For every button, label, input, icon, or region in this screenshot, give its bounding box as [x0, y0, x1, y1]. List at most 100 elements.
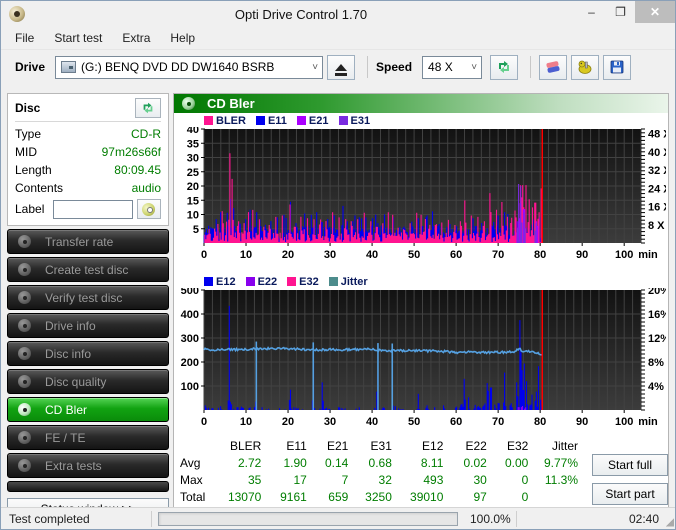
col-header-e22: E22: [465, 438, 487, 453]
svg-text:0: 0: [201, 416, 207, 428]
table-row: Avg 2.72 1.90 0.14 0.68 8.11 0.02 0.00 9.77%: [176, 454, 578, 471]
refresh-arrows-icon: [143, 102, 153, 114]
col-header-e31: E31: [370, 438, 392, 453]
svg-text:8 X: 8 X: [648, 220, 665, 232]
label-input[interactable]: [52, 199, 133, 219]
progress-bar: [158, 511, 458, 526]
menu-item-file[interactable]: File: [15, 31, 34, 45]
duck-icon: [578, 60, 592, 74]
svg-text:60: 60: [450, 249, 462, 261]
sidebar-item-label: Disc info: [45, 346, 92, 361]
chevron-down-icon: ˅: [312, 61, 319, 73]
legend-item-e12: E12: [204, 276, 236, 288]
close-button[interactable]: ✕: [635, 1, 675, 23]
disc-field-contents: Contents audio: [15, 179, 161, 197]
table-cell: 97: [473, 489, 487, 504]
svg-text:40 X: 40 X: [648, 147, 666, 159]
drive-icon: [61, 61, 77, 73]
svg-text:16 X: 16 X: [648, 202, 666, 214]
speed-select[interactable]: 48 X ˅: [422, 55, 483, 79]
legend-item-bler: BLER: [204, 115, 246, 127]
row-label: Total: [180, 489, 206, 504]
disc-icon: [18, 403, 31, 416]
drive-label: Drive: [15, 60, 46, 74]
drive-select[interactable]: (G:) BENQ DVD DD DW1640 BSRB ˅: [55, 55, 324, 79]
sidebar-item-fe-te[interactable]: FE / TE: [7, 425, 169, 450]
table-cell: 0.02: [463, 455, 487, 470]
sidebar-item-label: Create test disc: [45, 262, 129, 277]
table-cell: 3250: [365, 489, 392, 504]
cd-icon: [142, 202, 156, 216]
svg-text:12%: 12%: [648, 333, 666, 345]
start-full-button[interactable]: Start full: [592, 454, 668, 476]
svg-text:500: 500: [181, 288, 199, 297]
main-panel: CD Bler BLER E11 E21 E31 5 10 15 20 25 30 35 40 8 X…: [173, 93, 671, 508]
left-column: Disc Type CD-R MID 97m26s66f Length 80:09.45 C…: [7, 93, 169, 519]
drive-select-value: (G:) BENQ DVD DD DW1640 BSRB: [81, 60, 275, 74]
erase-disc-button[interactable]: [539, 54, 568, 80]
disc-refresh-button[interactable]: [135, 98, 161, 118]
status-bar: Test completed 100.0% 02:40: [1, 507, 675, 530]
legend-item-e22: E22: [245, 276, 277, 288]
progress-percent: 100.0%: [470, 511, 511, 526]
bottom-chart-legend: E12 E22 E32 Jitter: [204, 275, 668, 288]
results-area: BLER E11 E21 E31 E12 E22 E32 Jitter Avg 2.72 1.90 0…: [176, 437, 668, 505]
field-value: 97m26s66f: [101, 145, 161, 159]
table-cell: 0.14: [324, 455, 349, 470]
utility-button[interactable]: [571, 54, 600, 80]
svg-text:8%: 8%: [648, 357, 664, 369]
table-cell: 1.90: [283, 455, 307, 470]
row-label: Avg: [180, 455, 201, 470]
eject-button[interactable]: [327, 54, 356, 80]
table-cell: 35: [247, 472, 262, 487]
start-part-button[interactable]: Start part: [592, 483, 668, 505]
save-button[interactable]: [603, 54, 632, 80]
refresh-button[interactable]: [490, 54, 519, 80]
svg-text:90: 90: [576, 249, 588, 261]
sidebar-item-verify-test-disc[interactable]: Verify test disc: [7, 285, 169, 310]
sidebar-item-transfer-rate[interactable]: Transfer rate: [7, 229, 169, 254]
svg-text:24 X: 24 X: [648, 183, 666, 195]
minimize-button[interactable]: –: [577, 1, 606, 23]
sidebar-item-extra-tests[interactable]: Extra tests: [7, 453, 169, 478]
sidebar-item-create-test-disc[interactable]: Create test disc: [7, 257, 169, 282]
svg-text:32 X: 32 X: [648, 165, 666, 177]
sidebar-item-label: Verify test disc: [45, 290, 123, 305]
table-cell: 17: [293, 472, 307, 487]
sidebar-item-cd-bler[interactable]: CD Bler: [7, 397, 169, 422]
table-row: Max 35 17 7 32 493 30 0 11.3%: [176, 471, 578, 488]
main-header-title: CD Bler: [207, 96, 255, 111]
svg-text:50: 50: [408, 416, 420, 428]
svg-text:20%: 20%: [648, 288, 666, 297]
svg-text:30: 30: [324, 416, 336, 428]
row-label: Max: [180, 472, 203, 487]
window-title: Opti Drive Control 1.70: [234, 6, 368, 22]
sidebar-item-disc-quality[interactable]: Disc quality: [7, 369, 169, 394]
svg-text:25: 25: [187, 167, 199, 179]
sidebar-item-label: CD Bler: [45, 402, 88, 417]
field-value: audio: [131, 181, 161, 195]
maximize-button[interactable]: ❐: [606, 1, 635, 23]
speed-label: Speed: [376, 60, 413, 74]
table-cell: 30: [473, 472, 487, 487]
toolbar-separator: [367, 56, 369, 78]
title-bar: Opti Drive Control 1.70 – ❐ ✕: [1, 1, 675, 27]
label-disc-button[interactable]: [136, 199, 161, 219]
e12-jitter-chart: 100 200 300 400 500 4% 8% 12% 16% 20% 0 10 20 30 40 50 6…: [181, 285, 671, 428]
sidebar-item-disc-info[interactable]: Disc info: [7, 341, 169, 366]
resize-grip-icon[interactable]: [659, 508, 675, 530]
table-cell: 493: [423, 472, 444, 487]
svg-text:80: 80: [534, 249, 546, 261]
menu-item-help[interactable]: Help: [170, 31, 195, 45]
svg-text:40: 40: [366, 416, 378, 428]
disc-field-type: Type CD-R: [15, 125, 161, 143]
table-cell: 0.68: [368, 455, 392, 470]
col-header-jitter: Jitter: [551, 438, 578, 453]
menu-item-start-test[interactable]: Start test: [54, 31, 102, 45]
table-cell: 2.72: [237, 455, 262, 470]
menu-item-extra[interactable]: Extra: [122, 31, 150, 45]
col-header-e11: E11: [286, 438, 307, 453]
svg-text:400: 400: [181, 309, 199, 321]
table-cell: 0.00: [504, 455, 529, 470]
sidebar-item-drive-info[interactable]: Drive info: [7, 313, 169, 338]
